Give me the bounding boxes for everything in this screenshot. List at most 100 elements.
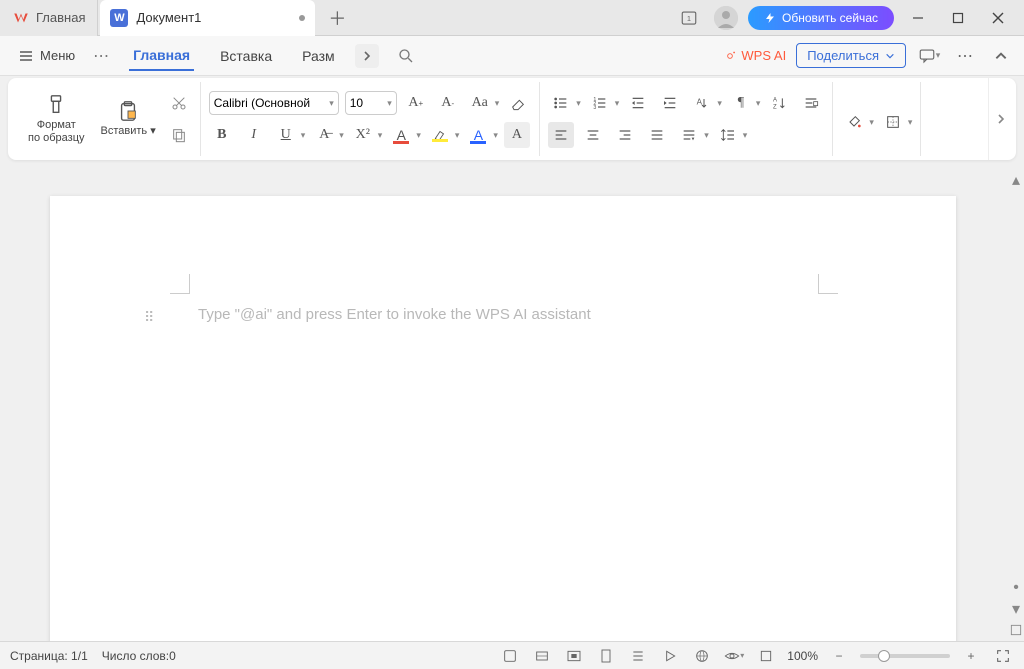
grow-font-button[interactable]: A+	[403, 90, 429, 116]
shading-button[interactable]: ▾	[841, 109, 874, 135]
clear-formatting-button[interactable]	[505, 90, 531, 116]
align-left-button[interactable]	[548, 122, 574, 148]
change-case-button[interactable]: Aa▾	[467, 90, 500, 116]
italic-button[interactable]: I	[241, 122, 267, 148]
sort-button[interactable]: AZ	[766, 90, 792, 116]
document-area[interactable]: ⠿ Type "@ai" and press Enter to invoke t…	[0, 168, 1008, 641]
show-marks-button[interactable]: ¶▾	[728, 90, 761, 116]
outline-button[interactable]	[627, 645, 649, 667]
text-direction-icon: A	[694, 95, 710, 111]
tab-insert[interactable]: Вставка	[216, 42, 276, 70]
update-now-label: Обновить сейчас	[782, 11, 878, 25]
borders-button[interactable]: ▾	[880, 109, 913, 135]
margin-marker-tr-icon	[818, 274, 838, 294]
paste-button[interactable]: Вставить ▾	[95, 97, 162, 140]
page-indicator[interactable]: Страница: 1/1	[10, 649, 88, 663]
font-size-select[interactable]: 10 ▾	[345, 91, 397, 115]
side-panel-button[interactable]	[1009, 623, 1023, 637]
menu-more-button[interactable]: ⋯	[85, 42, 117, 70]
scroll-down-button[interactable]: ▾	[1012, 599, 1020, 619]
bold-button[interactable]: B	[209, 122, 235, 148]
align-center-button[interactable]	[580, 122, 606, 148]
zoom-in-button[interactable]: +	[960, 645, 982, 667]
svg-text:1: 1	[687, 14, 691, 23]
home-tab-label: Главная	[36, 10, 85, 25]
numbering-button[interactable]: 123▾	[587, 90, 620, 116]
language-button[interactable]	[531, 645, 553, 667]
drag-handle-icon[interactable]: ⠿	[144, 309, 152, 326]
lang-icon	[534, 648, 550, 664]
focus-mode-button[interactable]	[563, 645, 585, 667]
page-icon	[598, 648, 614, 664]
focus-icon	[566, 648, 582, 664]
character-shading-button[interactable]: A	[504, 122, 530, 148]
view-options-button[interactable]: ▾	[723, 645, 745, 667]
shrink-font-button[interactable]: A-	[435, 90, 461, 116]
app-menu-button[interactable]: Меню	[10, 44, 83, 68]
collapse-ribbon-button[interactable]	[988, 43, 1014, 69]
eye-icon	[724, 648, 740, 664]
document-tab[interactable]: W Документ1	[100, 0, 315, 36]
tab-layout[interactable]: Разм	[298, 42, 339, 70]
print-layout-button[interactable]	[595, 645, 617, 667]
play-icon	[662, 648, 678, 664]
borders-icon	[885, 114, 901, 130]
align-center-icon	[585, 127, 601, 143]
zoom-out-button[interactable]: −	[828, 645, 850, 667]
superscript-button[interactable]: X²▾	[350, 122, 383, 148]
fit-page-button[interactable]	[755, 645, 777, 667]
unsaved-indicator-icon	[299, 15, 305, 21]
distribute-button[interactable]: ▾	[676, 122, 709, 148]
format-painter-button[interactable]: Формат по образцу	[22, 91, 91, 147]
text-effects-button[interactable]: A▾	[465, 122, 498, 148]
word-count[interactable]: Число слов:0	[102, 649, 176, 663]
comments-button[interactable]: ▾	[916, 43, 942, 69]
new-tab-button[interactable]: ＋	[321, 2, 353, 34]
more-menu-button[interactable]: ⋯	[952, 43, 978, 69]
update-now-button[interactable]: Обновить сейчас	[748, 6, 894, 30]
zoom-level[interactable]: 100%	[787, 649, 818, 663]
home-tab[interactable]: Главная	[0, 0, 98, 36]
share-button[interactable]: Поделиться	[796, 43, 906, 68]
chevron-down-icon	[885, 51, 895, 61]
search-button[interactable]	[397, 47, 415, 65]
zoom-slider-thumb[interactable]	[878, 650, 890, 662]
minimize-button[interactable]	[898, 3, 938, 33]
increase-indent-button[interactable]	[657, 90, 683, 116]
scroll-up-button[interactable]: ▴	[1012, 170, 1020, 190]
copy-button[interactable]	[166, 122, 192, 148]
line-spacing-button[interactable]: ▾	[715, 122, 748, 148]
paragraph-settings-button[interactable]	[798, 90, 824, 116]
ai-sparkle-icon	[723, 49, 737, 63]
reading-view-button[interactable]	[659, 645, 681, 667]
highlight-button[interactable]: ▾	[427, 122, 460, 148]
fullscreen-button[interactable]	[992, 645, 1014, 667]
tab-home[interactable]: Главная	[129, 41, 194, 71]
ribbon-overflow-button[interactable]	[988, 78, 1012, 160]
maximize-button[interactable]	[938, 3, 978, 33]
scroll-handle-icon[interactable]: •	[1013, 579, 1019, 597]
spellcheck-button[interactable]	[499, 645, 521, 667]
decrease-indent-button[interactable]	[625, 90, 651, 116]
tab-list-button[interactable]: 1	[674, 3, 704, 33]
wps-ai-link[interactable]: WPS AI	[723, 48, 786, 63]
bullets-button[interactable]: ▾	[548, 90, 581, 116]
svg-text:A: A	[773, 98, 777, 104]
cut-button[interactable]	[166, 90, 192, 116]
align-justify-button[interactable]	[644, 122, 670, 148]
scroll-tabs-right-button[interactable]	[355, 44, 379, 68]
close-button[interactable]	[978, 3, 1018, 33]
text-direction-button[interactable]: A▾	[689, 90, 722, 116]
font-color-button[interactable]: A▾	[388, 122, 421, 148]
zoom-slider[interactable]	[860, 654, 950, 658]
web-layout-button[interactable]	[691, 645, 713, 667]
strikethrough-button[interactable]: A̶▾	[311, 122, 344, 148]
align-left-icon	[553, 127, 569, 143]
align-right-button[interactable]	[612, 122, 638, 148]
underline-button[interactable]: U▾	[273, 122, 306, 148]
font-name-select[interactable]: Calibri (Основной ▾	[209, 91, 339, 115]
indent-icon	[662, 95, 678, 111]
user-avatar[interactable]	[714, 6, 738, 30]
page[interactable]: ⠿ Type "@ai" and press Enter to invoke t…	[50, 196, 956, 641]
globe-icon	[694, 648, 710, 664]
